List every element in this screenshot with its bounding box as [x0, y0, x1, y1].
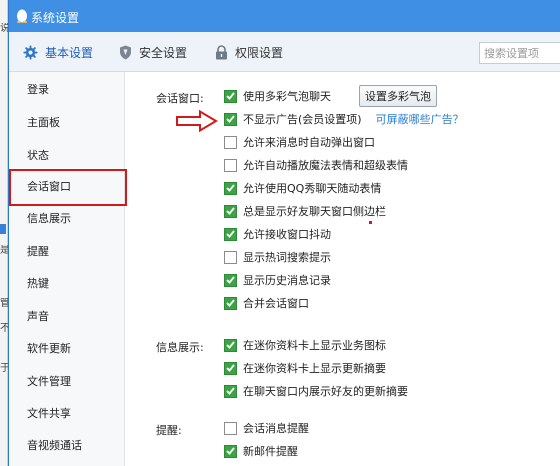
background-text: 于: [0, 363, 8, 374]
sidebar-item-sound[interactable]: 声音: [27, 307, 49, 327]
sidebar-item-file-management[interactable]: 文件管理: [27, 372, 71, 392]
option-window-shake[interactable]: 允许接收窗口抖动: [224, 226, 331, 242]
option-label: 会话消息提醒: [243, 422, 309, 435]
checkbox-checked[interactable]: [224, 181, 237, 195]
checkbox-checked[interactable]: [224, 361, 237, 375]
checkbox-checked[interactable]: [224, 227, 237, 241]
window-title: 系统设置: [31, 11, 80, 25]
section-label-remind: 提醒:: [156, 424, 182, 437]
section-label-info: 信息展示:: [156, 341, 204, 354]
option-update-summary[interactable]: 在迷你资料卡上显示更新摘要: [224, 360, 386, 376]
tab-label: 权限设置: [235, 45, 284, 60]
lock-icon: [216, 44, 227, 59]
checkbox-unchecked[interactable]: [224, 250, 237, 264]
background-text: 说: [0, 23, 8, 34]
option-label: 允许自动播放魔法表情和超级表情: [243, 159, 408, 172]
option-label: 显示热词搜索提示: [243, 251, 331, 264]
tab-permission-settings[interactable]: 权限设置: [215, 32, 283, 72]
sidebar-item-remind[interactable]: 提醒: [27, 242, 49, 262]
settings-sidebar: 登录 主面板 状态 会话窗口 信息展示 提醒 热键 声音 软件更新 文件管理 文…: [9, 72, 125, 466]
option-label: 不显示广告(会员设置项): [243, 113, 362, 126]
red-dot-mark: [369, 221, 372, 224]
sidebar-item-status[interactable]: 状态: [27, 146, 49, 166]
shield-icon: [120, 45, 131, 59]
checkbox-checked[interactable]: [224, 112, 237, 126]
option-label: 允许使用QQ秀聊天随动表情: [243, 182, 382, 195]
gear-icon: [23, 44, 38, 60]
sidebar-item-login[interactable]: 登录: [27, 80, 49, 100]
checkbox-checked[interactable]: [224, 204, 237, 218]
option-label: 允许来消息时自动弹出窗口: [243, 136, 375, 149]
red-arrow-annotation: [176, 110, 218, 132]
search-settings-input[interactable]: [479, 42, 560, 64]
tab-basic-settings[interactable]: 基本设置: [23, 32, 93, 72]
option-session-reminder[interactable]: 会话消息提醒: [224, 420, 309, 436]
option-auto-popup[interactable]: 允许来消息时自动弹出窗口: [224, 134, 375, 150]
tab-label: 安全设置: [139, 45, 188, 60]
blockable-ads-link[interactable]: 可屏蔽哪些广告？: [376, 111, 464, 127]
tab-security-settings[interactable]: 安全设置: [119, 32, 187, 72]
checkbox-unchecked[interactable]: [224, 135, 237, 149]
sidebar-item-info-display[interactable]: 信息展示: [27, 209, 71, 229]
penguin-logo-icon: [17, 9, 27, 23]
checkbox-checked[interactable]: [224, 273, 237, 287]
option-colorful-bubble[interactable]: 使用多彩气泡聊天: [224, 88, 331, 104]
sidebar-item-main-panel[interactable]: 主面板: [27, 113, 60, 133]
checkbox-unchecked[interactable]: [224, 421, 237, 435]
sidebar-item-hotkeys[interactable]: 热键: [27, 274, 49, 294]
option-label: 使用多彩气泡聊天: [243, 90, 331, 103]
option-label: 合并会话窗口: [243, 297, 309, 310]
option-label: 在聊天窗口内展示好友的更新摘要: [243, 385, 408, 398]
option-label: 在迷你资料卡上显示业务图标: [243, 339, 386, 352]
settings-tab-bar: 基本设置 安全设置 权限设置: [9, 32, 560, 72]
sidebar-item-software-update[interactable]: 软件更新: [27, 339, 71, 359]
settings-content: 会话窗口: 使用多彩气泡聊天 设置多彩气泡 不显示广告(会员设置项) 可屏蔽哪些…: [126, 72, 560, 466]
option-label: 允许接收窗口抖动: [243, 228, 331, 241]
option-qq-show[interactable]: 允许使用QQ秀聊天随动表情: [224, 180, 381, 196]
sidebar-item-av-call[interactable]: 音视频通话: [27, 436, 82, 456]
title-bar[interactable]: 系统设置: [9, 0, 560, 32]
background-text: 管: [0, 298, 8, 309]
option-hot-search[interactable]: 显示热词搜索提示: [224, 249, 331, 265]
option-new-mail-reminder[interactable]: 新邮件提醒: [224, 443, 298, 459]
sidebar-item-file-sharing[interactable]: 文件共享: [27, 404, 71, 424]
checkbox-checked[interactable]: [224, 444, 237, 458]
background-text: 是: [0, 245, 8, 256]
option-label: 在迷你资料卡上显示更新摘要: [243, 362, 386, 375]
settings-window: 系统设置 基本设置 安全设置 权限设置 搜索设置项 登录 主面板 状态 会话窗口…: [8, 0, 560, 466]
option-label: 总是显示好友聊天窗口侧边栏: [243, 205, 386, 218]
option-merge-windows[interactable]: 合并会话窗口: [224, 295, 309, 311]
checkbox-checked[interactable]: [224, 338, 237, 352]
section-label-session: 会话窗口:: [156, 92, 204, 105]
background-blue-marker: [0, 224, 6, 234]
option-autoplay-emoji[interactable]: 允许自动播放魔法表情和超级表情: [224, 157, 408, 173]
option-hide-ads[interactable]: 不显示广告(会员设置项) 可屏蔽哪些广告？: [224, 111, 464, 127]
checkbox-checked[interactable]: [224, 384, 237, 398]
option-history[interactable]: 显示历史消息记录: [224, 272, 331, 288]
set-colorful-bubble-button[interactable]: 设置多彩气泡: [359, 85, 437, 107]
checkbox-checked[interactable]: [224, 296, 237, 310]
option-label: 新邮件提醒: [243, 445, 298, 458]
background-text: 不: [0, 323, 8, 334]
tab-label: 基本设置: [45, 45, 94, 60]
option-show-sidebar[interactable]: 总是显示好友聊天窗口侧边栏: [224, 203, 386, 219]
option-label: 显示历史消息记录: [243, 274, 331, 287]
checkbox-unchecked[interactable]: [224, 158, 237, 172]
option-business-icons[interactable]: 在迷你资料卡上显示业务图标: [224, 337, 386, 353]
checkbox-checked[interactable]: [224, 89, 237, 103]
red-highlight-box: [9, 169, 127, 206]
option-friend-update-summary[interactable]: 在聊天窗口内展示好友的更新摘要: [224, 383, 408, 399]
